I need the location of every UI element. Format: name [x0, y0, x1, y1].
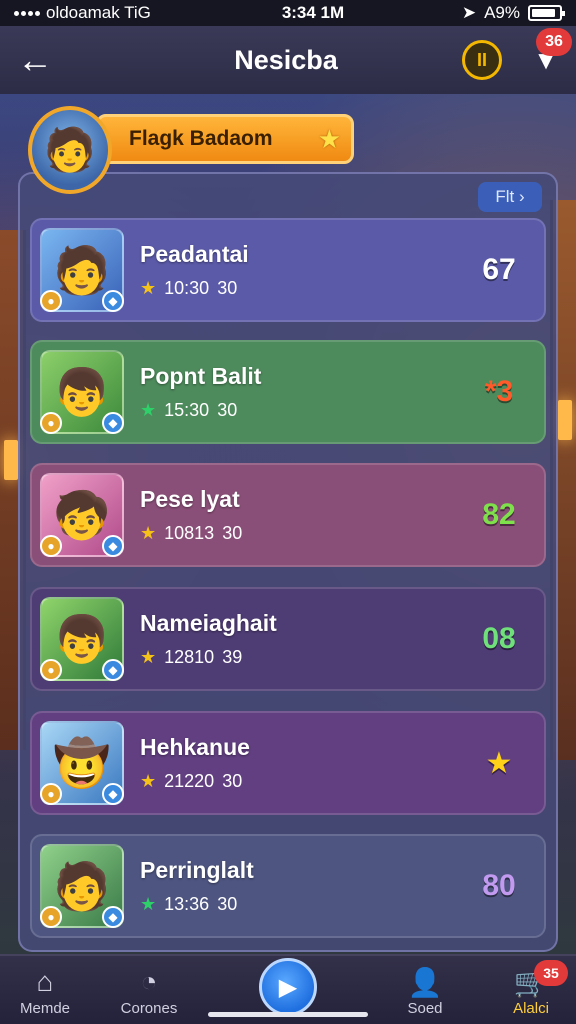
player-name: Flagk Badaom [129, 127, 273, 150]
avatar-face-icon: 🧑 [43, 125, 97, 173]
avatar-face-icon: 🧑 [53, 243, 111, 296]
list-item[interactable]: 🤠 ● ◆ Hehkanue ★ 21220 30 ★ [30, 711, 546, 815]
list-item[interactable]: 🧑 ● ◆ Peadantai ★ 10:30 30 67 [30, 218, 546, 322]
avatar-face-icon: 👦 [53, 365, 111, 418]
notification-badge: 36 [536, 28, 572, 56]
nav-home[interactable]: ⌂ Memde [0, 964, 90, 1024]
score-value: 82 [482, 498, 516, 531]
player-thumbnail: 🧒 ● ◆ [40, 473, 124, 557]
score-value: 67 [482, 253, 516, 286]
badge-icon: ◆ [102, 290, 124, 312]
avatar-face-icon: 🧑 [53, 859, 111, 912]
player-thumbnail: 👦 ● ◆ [40, 597, 124, 681]
badge-icon: ◆ [102, 535, 124, 557]
filter-button[interactable]: Flt › [478, 182, 542, 212]
score-value: *3 [484, 375, 514, 408]
item-time: 12810 [164, 647, 215, 667]
star-icon: ★ [140, 771, 157, 791]
location-icon: ➤ [461, 3, 477, 22]
badge-icon: ◆ [102, 412, 124, 434]
window-glow [4, 440, 18, 480]
avatar-face-icon: 👦 [53, 612, 111, 665]
signal-icon [14, 10, 40, 16]
nav-shop-label: Alalci [513, 1000, 549, 1017]
badge-icon: ● [40, 659, 62, 681]
status-bar: oldoamak TiG 3:34 1M ➤ A9% [0, 0, 576, 26]
star-icon: ★ [140, 278, 157, 298]
player-thumbnail: 🧑 ● ◆ [40, 228, 124, 312]
item-time: 15:30 [164, 400, 210, 420]
window-glow [558, 400, 572, 440]
back-button[interactable]: ← [0, 26, 70, 94]
score-value: 08 [482, 622, 516, 655]
carrier-label: oldoamak TiG [46, 3, 151, 22]
badge-icon: ◆ [102, 659, 124, 681]
player-banner: Flagk Badaom ★ [96, 114, 354, 164]
avatar-face-icon: 🤠 [53, 736, 111, 789]
badge-icon: ● [40, 535, 62, 557]
player-name: Hehkanue [140, 734, 250, 760]
star-icon: ★ [140, 400, 157, 420]
item-sub: 30 [217, 400, 238, 420]
header: ← Nesicba II ▼ 36 [0, 26, 576, 94]
home-indicator [208, 1012, 368, 1017]
notifications-button[interactable]: ▼ 36 [516, 26, 576, 94]
badge-icon: ◆ [102, 783, 124, 805]
badge-icon: ● [40, 906, 62, 928]
page-title: Nesicba [234, 44, 338, 75]
nav-clock-label: Corones [120, 1000, 178, 1017]
list-item[interactable]: 🧑 ● ◆ Perringlalt ★ 13:36 30 80 [30, 834, 546, 938]
nav-clock[interactable]: ◔ Corones [104, 964, 194, 1024]
list-item[interactable]: 👦 ● ◆ Popnt Balit ★ 15:30 30 *3 [30, 340, 546, 444]
list-item[interactable]: 🧒 ● ◆ Pese lyat ★ 10813 30 82 [30, 463, 546, 567]
item-time: 21220 [164, 771, 215, 791]
item-time: 10:30 [164, 278, 210, 298]
score-value: ★ [485, 746, 513, 780]
player-name: Perringlalt [140, 857, 254, 883]
battery-percent: A9% [484, 3, 520, 22]
star-icon: ★ [317, 123, 341, 154]
item-sub: 39 [222, 647, 243, 667]
nav-home-label: Memde [19, 1000, 71, 1017]
list-item[interactable]: 👦 ● ◆ Nameiaghait ★ 12810 39 08 [30, 587, 546, 691]
badge-icon: ● [40, 783, 62, 805]
item-time: 10813 [164, 523, 215, 543]
profile-icon: 👤 [407, 966, 443, 998]
clock-icon: ◔ [140, 966, 158, 997]
star-icon: ★ [140, 523, 157, 543]
player-avatar[interactable]: 🧑 [28, 106, 112, 194]
pause-button[interactable]: II [462, 40, 502, 80]
player-thumbnail: 🤠 ● ◆ [40, 721, 124, 805]
badge-icon: ◆ [102, 906, 124, 928]
arrow-left-icon: ← [17, 39, 53, 80]
nav-shop[interactable]: 🛒 Alalci 35 [486, 960, 576, 1024]
star-icon: ★ [140, 647, 157, 667]
star-icon: ★ [140, 894, 157, 914]
player-name: Peadantai [140, 241, 249, 267]
nav-profile-label: Soed [407, 1000, 443, 1017]
nav-profile[interactable]: 👤 Soed [380, 964, 470, 1024]
item-sub: 30 [222, 771, 243, 791]
shop-badge: 35 [534, 960, 568, 986]
status-time: 3:34 1M [281, 3, 345, 22]
player-name: Popnt Balit [140, 363, 262, 389]
home-icon: ⌂ [36, 966, 54, 997]
player-thumbnail: 👦 ● ◆ [40, 350, 124, 434]
item-time: 13:36 [164, 894, 210, 914]
item-sub: 30 [222, 523, 243, 543]
item-sub: 30 [217, 278, 238, 298]
player-name: Nameiaghait [140, 610, 277, 636]
avatar-face-icon: 🧒 [53, 488, 111, 541]
play-icon: ▶ [278, 973, 298, 1001]
badge-icon: ● [40, 412, 62, 434]
badge-icon: ● [40, 290, 62, 312]
player-thumbnail: 🧑 ● ◆ [40, 844, 124, 928]
pause-icon: II [476, 49, 487, 70]
item-sub: 30 [217, 894, 238, 914]
player-name: Pese lyat [140, 486, 240, 512]
score-value: 80 [482, 869, 516, 902]
battery-icon [528, 5, 565, 21]
play-button[interactable]: ▶ [259, 958, 317, 1016]
